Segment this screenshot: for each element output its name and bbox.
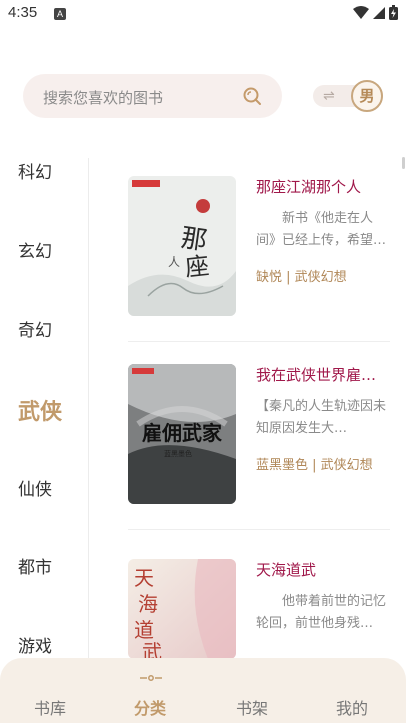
book-description: 他带着前世的记忆轮回，前世他身残…: [256, 594, 387, 631]
category-sidebar: 科幻 玄幻 奇幻 武侠 仙侠 都市 游戏: [0, 140, 90, 660]
search-placeholder: 搜索您喜欢的图书: [43, 89, 164, 107]
book-meta: 缺悦 | 武侠幻想: [256, 270, 347, 285]
scrollbar[interactable]: [402, 157, 405, 169]
status-icons: [353, 5, 398, 20]
category-item[interactable]: 都市: [18, 553, 52, 578]
category-item[interactable]: 科幻: [18, 158, 52, 183]
book-cover[interactable]: 那 座 人: [128, 176, 236, 316]
book-title[interactable]: 我在武侠世界雇…: [256, 364, 386, 385]
svg-text:天: 天: [134, 566, 154, 590]
book-title[interactable]: 那座江湖那个人: [256, 176, 386, 197]
bottom-nav: 书库 分类 书架 我的: [0, 658, 406, 723]
gender-knob[interactable]: 男: [351, 80, 383, 112]
svg-text:雇佣武家: 雇佣武家: [142, 421, 223, 445]
status-bar: 4:35 A: [0, 0, 406, 28]
gender-toggle[interactable]: ⇌ 男: [313, 80, 383, 112]
svg-text:武: 武: [142, 640, 162, 659]
tab-category[interactable]: 分类: [134, 695, 166, 719]
category-item[interactable]: 玄幻: [18, 237, 52, 262]
book-author: 蓝黑墨色: [256, 458, 309, 473]
book-author: 缺悦: [256, 270, 283, 285]
signal-icon: [373, 6, 385, 19]
list-divider: [128, 529, 390, 530]
book-title[interactable]: 天海道武: [256, 559, 386, 580]
book-item[interactable]: 天 海 道 武 天海道武 他带着前世的记忆轮回，前世他身残…: [128, 559, 390, 659]
tab-library[interactable]: 书库: [34, 695, 66, 719]
search-input[interactable]: 搜索您喜欢的图书: [23, 74, 282, 118]
category-item[interactable]: 游戏: [18, 632, 52, 657]
status-time: 4:35: [8, 4, 38, 21]
book-meta: 蓝黑墨色 | 武侠幻想: [256, 458, 373, 473]
wifi-icon: [353, 5, 369, 19]
svg-text:海: 海: [138, 592, 158, 616]
notification-icon: A: [54, 8, 66, 20]
svg-text:人: 人: [168, 255, 180, 269]
category-item[interactable]: 仙侠: [18, 475, 52, 500]
svg-text:座: 座: [184, 252, 211, 282]
book-cover[interactable]: 雇佣武家 蓝黑墨色: [128, 364, 236, 504]
svg-text:道: 道: [134, 618, 154, 642]
book-description: 【秦凡的人生轨迹因未知原因发生大…: [256, 399, 387, 436]
list-divider: [128, 341, 390, 342]
active-tab-indicator-icon: [140, 675, 162, 681]
category-item[interactable]: 奇幻: [18, 316, 52, 341]
book-item[interactable]: 雇佣武家 蓝黑墨色 我在武侠世界雇… 【秦凡的人生轨迹因未知原因发生大… 蓝黑墨…: [128, 364, 390, 504]
search-icon[interactable]: [242, 86, 262, 106]
book-genre: 武侠幻想: [294, 270, 347, 285]
tab-mine[interactable]: 我的: [336, 695, 368, 719]
swap-icon: ⇌: [323, 88, 335, 104]
book-item[interactable]: 那 座 人 那座江湖那个人 新书《他走在人间》已经上传，希望… 缺悦 | 武侠幻…: [128, 176, 390, 316]
book-cover[interactable]: 天 海 道 武: [128, 559, 236, 659]
book-genre: 武侠幻想: [320, 458, 373, 473]
book-description: 新书《他走在人间》已经上传，希望…: [256, 211, 387, 248]
tab-bookshelf[interactable]: 书架: [236, 695, 268, 719]
category-item-active[interactable]: 武侠: [18, 394, 62, 426]
sidebar-divider: [88, 158, 89, 660]
battery-icon: [389, 5, 398, 20]
svg-text:蓝黑墨色: 蓝黑墨色: [164, 449, 192, 458]
